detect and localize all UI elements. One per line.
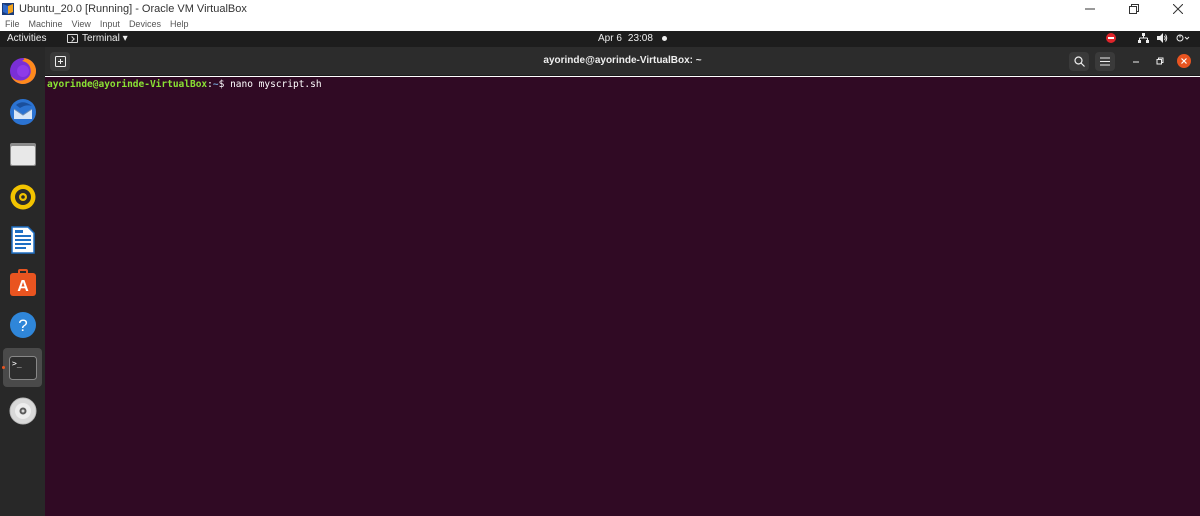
close-icon (1173, 3, 1183, 14)
clock-date: Apr 6 (598, 33, 622, 44)
menu-input[interactable]: Input (100, 19, 120, 29)
restore-icon (1129, 3, 1139, 14)
volume-icon (1157, 33, 1168, 43)
notification-dot-icon (661, 36, 667, 41)
dock-help[interactable]: ? (3, 305, 42, 344)
command-text: nano myscript.sh (230, 79, 322, 90)
app-menu-label: Terminal ▾ (82, 33, 128, 44)
terminal-output[interactable]: ayorinde@ayorinde-VirtualBox:~$ nano mys… (45, 77, 1200, 516)
prompt-symbol: $ (218, 79, 231, 90)
dock: A ? >_ (0, 47, 45, 516)
menu-help[interactable]: Help (170, 19, 189, 29)
no-entry-icon (1106, 33, 1116, 43)
disc-icon (9, 397, 36, 424)
minimize-icon (1085, 8, 1095, 9)
virtualbox-titlebar: Ubuntu_20.0 [Running] - Oracle VM Virtua… (0, 0, 1200, 17)
clock-time: 23:08 (627, 33, 653, 44)
minimize-window-button[interactable] (1068, 0, 1112, 17)
svg-text:?: ? (18, 316, 27, 335)
dock-firefox[interactable] (3, 51, 42, 90)
network-icon (1138, 33, 1149, 43)
terminal-headerbar: ayorinde@ayorinde-VirtualBox: ~ (45, 47, 1200, 76)
dock-libreoffice-writer[interactable] (3, 220, 42, 259)
search-icon (1073, 56, 1085, 67)
dock-disc[interactable] (3, 391, 42, 430)
dock-terminal[interactable]: >_ (3, 348, 42, 387)
terminal-app-icon (67, 34, 78, 43)
hamburger-menu-icon (1100, 57, 1110, 66)
restore-icon (1156, 57, 1164, 65)
menu-view[interactable]: View (72, 19, 91, 29)
menu-devices[interactable]: Devices (129, 19, 161, 29)
terminal-close-button[interactable] (1177, 54, 1191, 68)
terminal-icon: >_ (8, 355, 37, 380)
terminal-line: ayorinde@ayorinde-VirtualBox:~$ nano mys… (47, 79, 1200, 90)
close-window-button[interactable] (1156, 0, 1200, 17)
thunderbird-icon (9, 98, 36, 125)
app-menu-button[interactable]: Terminal ▾ (67, 33, 128, 44)
help-icon: ? (9, 311, 36, 338)
menu-machine[interactable]: Machine (29, 19, 63, 29)
clock-button[interactable]: Apr 6 23:08 (598, 33, 667, 44)
svg-text:A: A (17, 278, 29, 295)
activities-button[interactable]: Activities (7, 33, 46, 44)
libreoffice-writer-icon (10, 225, 35, 254)
restore-window-button[interactable] (1112, 0, 1156, 17)
terminal-minimize-button[interactable] (1129, 54, 1143, 68)
dock-ubuntu-software[interactable]: A (3, 263, 42, 302)
virtualbox-menubar: File Machine View Input Devices Help (0, 17, 1200, 31)
terminal-maximize-button[interactable] (1153, 54, 1167, 68)
svg-text:>_: >_ (12, 359, 22, 368)
minimize-icon (1133, 61, 1139, 63)
search-button[interactable] (1069, 52, 1089, 71)
power-icon (1176, 34, 1190, 42)
close-icon (1181, 58, 1187, 64)
menu-button[interactable] (1095, 52, 1115, 71)
system-tray[interactable] (1106, 33, 1190, 43)
terminal-title: ayorinde@ayorinde-VirtualBox: ~ (543, 55, 702, 66)
files-icon (9, 142, 36, 166)
ubuntu-top-bar: Activities Terminal ▾ Apr 6 23:08 (0, 31, 1200, 47)
firefox-icon (9, 57, 36, 84)
dock-thunderbird[interactable] (3, 92, 42, 131)
dock-files[interactable] (3, 134, 42, 173)
virtualbox-app-icon (1, 2, 15, 16)
menu-file[interactable]: File (5, 19, 20, 29)
prompt-user: ayorinde@ayorinde-VirtualBox (47, 79, 208, 90)
window-title: Ubuntu_20.0 [Running] - Oracle VM Virtua… (19, 2, 247, 15)
ubuntu-software-icon: A (9, 268, 36, 296)
rhythmbox-icon (10, 184, 35, 209)
running-indicator-icon (2, 366, 5, 369)
dock-rhythmbox[interactable] (3, 177, 42, 216)
